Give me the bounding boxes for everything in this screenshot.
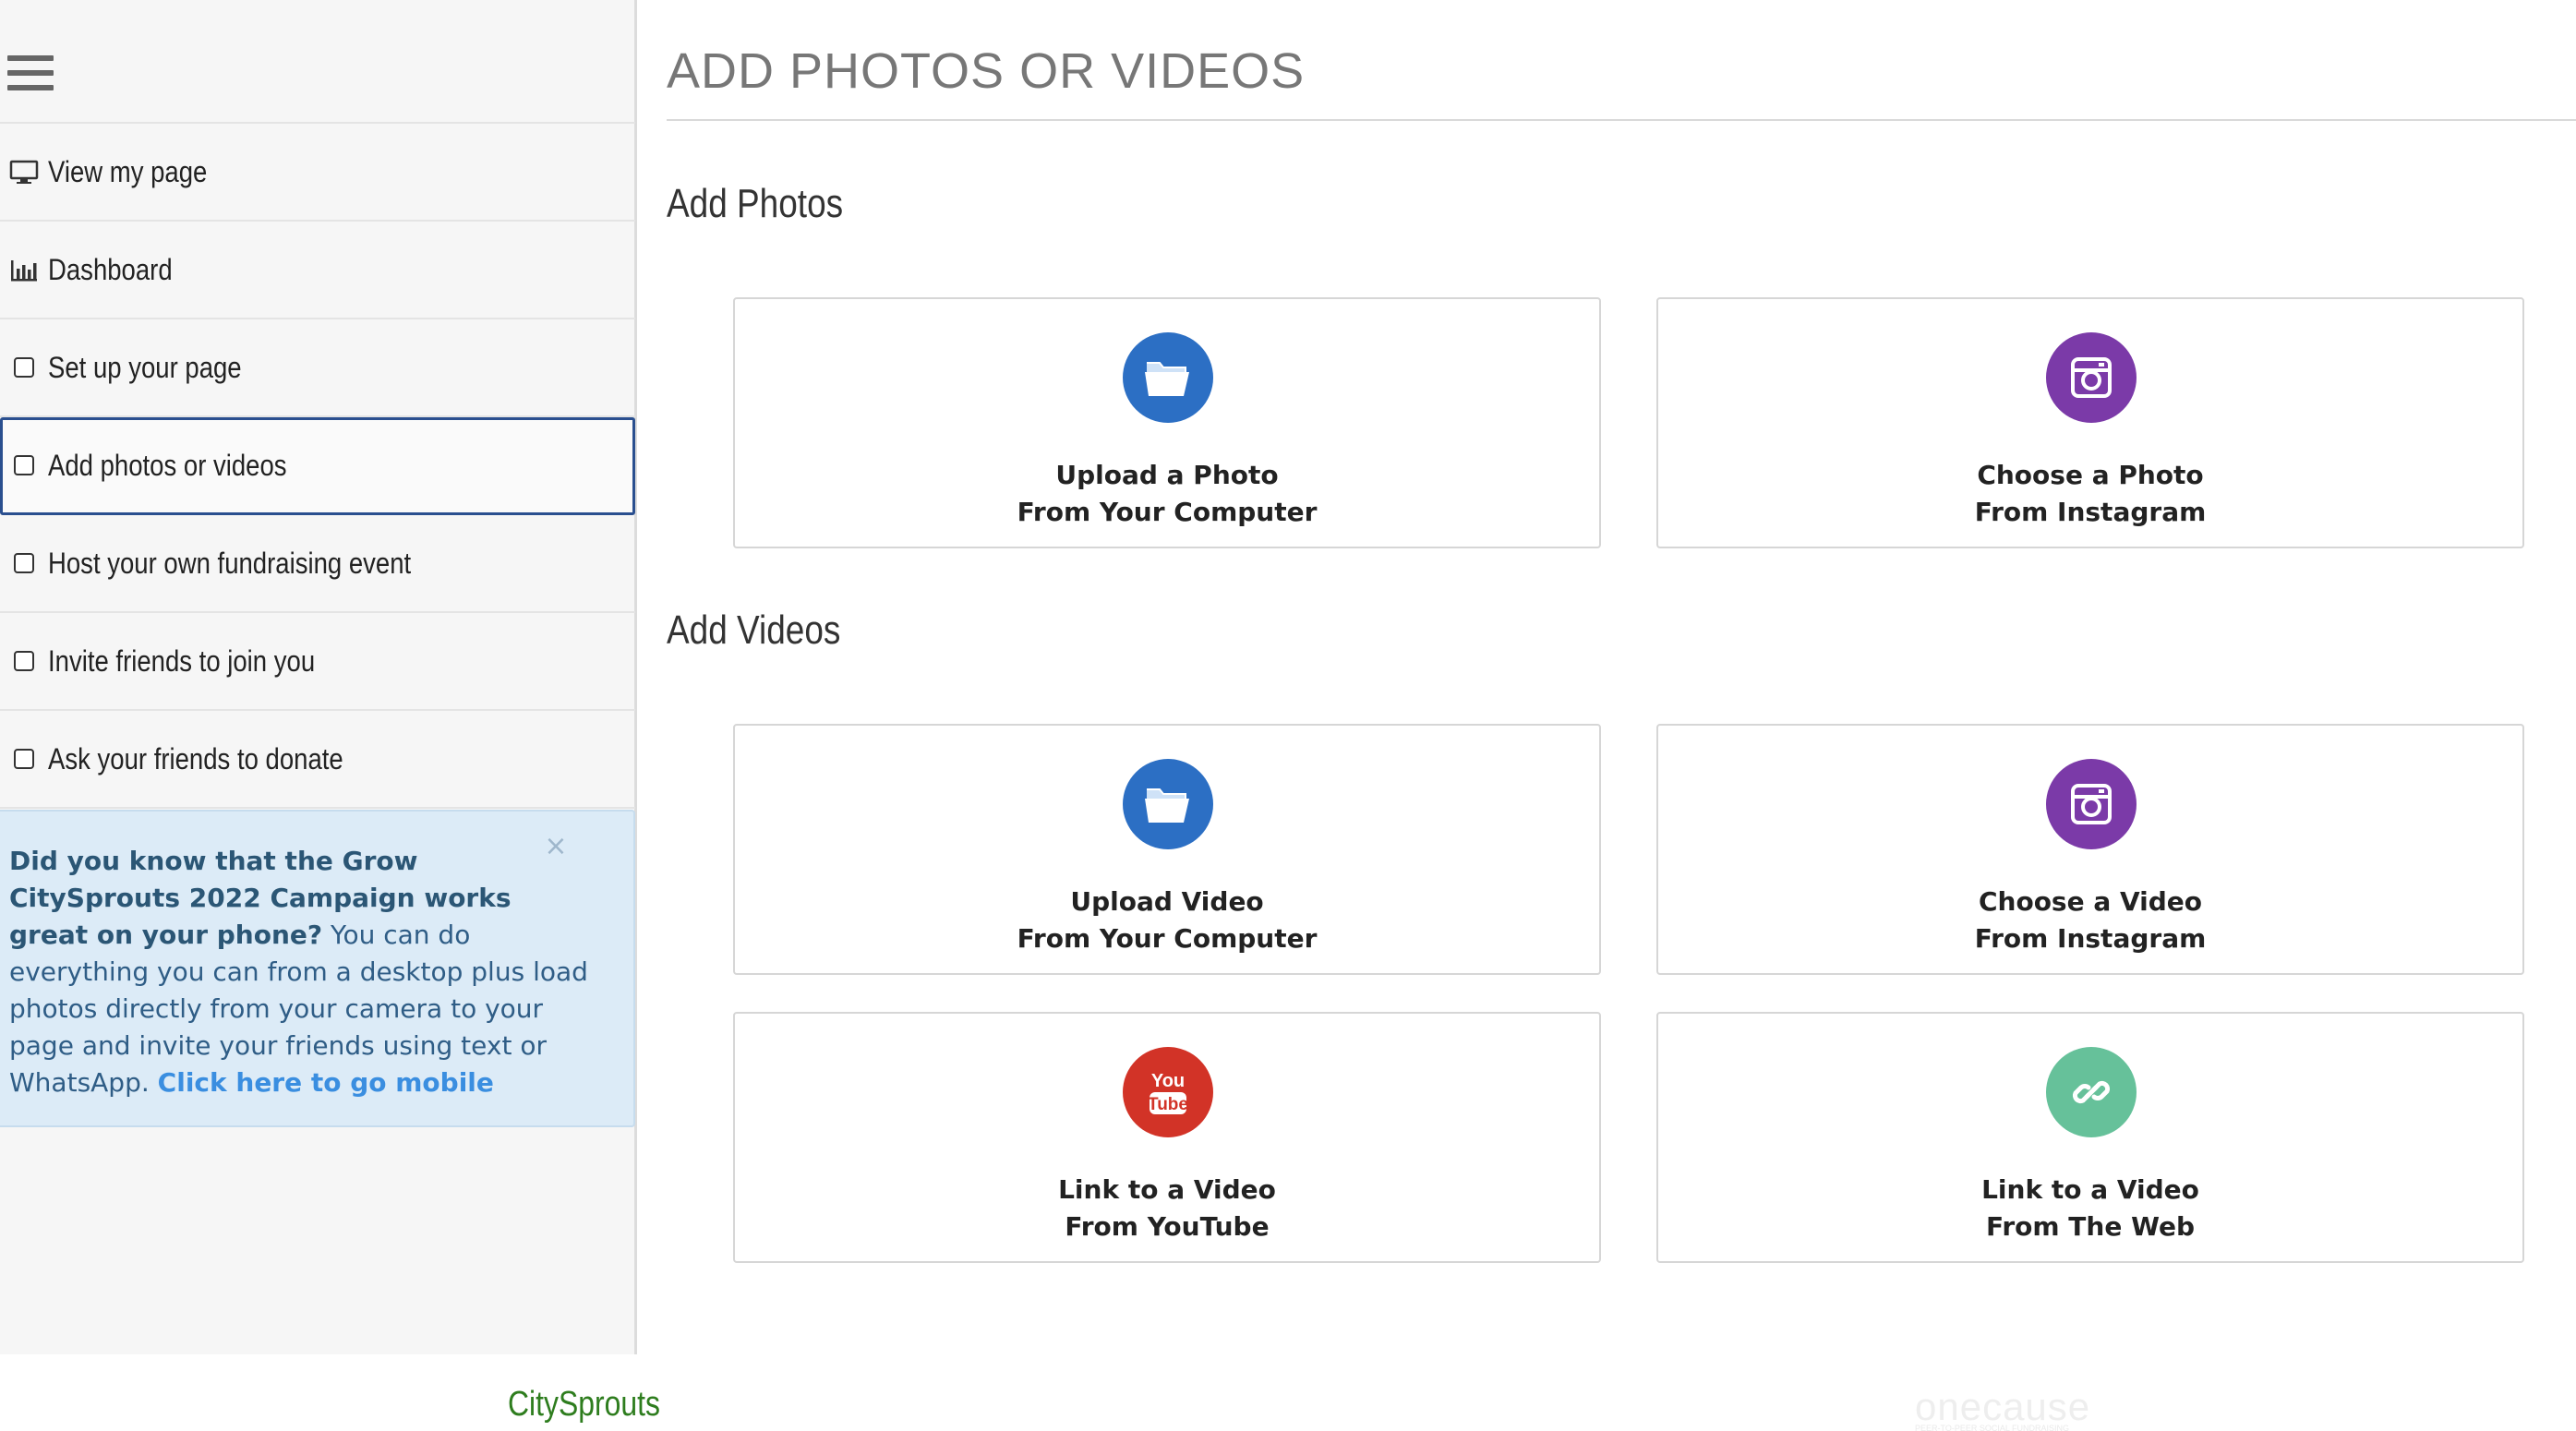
instagram-icon [2046,759,2137,849]
bar-chart-icon [9,255,39,284]
svg-text:You: You [1151,1071,1185,1091]
add-videos-heading: Add Videos [667,607,841,653]
instagram-video-card[interactable]: Choose a Video From Instagram [1656,724,2524,975]
checkbox-icon [9,451,39,480]
onecause-logo[interactable]: onecause PEER-TO-PEER SOCIAL FUNDRAISING [1915,1385,2090,1431]
svg-text:Tube: Tube [1148,1095,1188,1114]
web-link-video-card[interactable]: Link to a Video From The Web [1656,1012,2524,1263]
card-subtitle: From Your Computer [1017,923,1318,954]
card-subtitle: From Instagram [1974,923,2207,954]
checkbox-icon [9,744,39,774]
card-title: Link to a Video [1981,1174,2199,1205]
sidebar-item-label: Add photos or videos [48,448,287,482]
monitor-icon [9,157,39,186]
card-subtitle: From The Web [1986,1211,2195,1242]
divider [667,119,2576,121]
mobile-tip-alert: × Did you know that the Grow CitySprouts… [0,810,635,1127]
card-title: Upload a Photo [1055,460,1279,490]
sidebar: View my page Dashboard Set up your page … [0,0,637,1354]
sidebar-item-label: Set up your page [48,350,242,384]
youtube-video-card[interactable]: You Tube Link to a Video From YouTube [733,1012,1601,1263]
instagram-icon [2046,332,2137,423]
hamburger-menu-icon[interactable] [7,55,54,94]
go-mobile-link[interactable]: Click here to go mobile [158,1067,494,1098]
add-photos-heading: Add Photos [667,181,844,226]
card-title: Upload Video [1070,886,1264,917]
card-subtitle: From Instagram [1974,497,2207,527]
sidebar-item-label: Ask your friends to donate [48,741,343,776]
card-title: Choose a Video [1978,886,2203,917]
card-title: Link to a Video [1058,1174,1276,1205]
youtube-icon: You Tube [1123,1047,1213,1137]
sidebar-nav: View my page Dashboard Set up your page … [0,122,635,809]
card-subtitle: From Your Computer [1017,497,1318,527]
sidebar-item-host-event[interactable]: Host your own fundraising event [0,515,635,613]
sidebar-item-view-my-page[interactable]: View my page [0,124,635,222]
instagram-photo-card[interactable]: Choose a Photo From Instagram [1656,297,2524,548]
folder-icon [1123,332,1213,423]
sidebar-item-invite-friends[interactable]: Invite friends to join you [0,613,635,711]
close-icon[interactable]: × [543,833,569,860]
card-title: Choose a Photo [1977,460,2204,490]
sidebar-item-label: View my page [48,154,208,188]
page-title: ADD PHOTOS OR VIDEOS [667,43,1306,99]
checkbox-icon [9,646,39,676]
folder-icon [1123,759,1213,849]
link-icon [2046,1047,2137,1137]
sidebar-item-add-photos-videos[interactable]: Add photos or videos [0,417,635,515]
sidebar-item-ask-donate[interactable]: Ask your friends to donate [0,711,635,809]
onecause-logo-text: onecause [1915,1385,2091,1428]
sidebar-item-dashboard[interactable]: Dashboard [0,222,635,319]
sidebar-item-set-up-page[interactable]: Set up your page [0,319,635,417]
main-content: ADD PHOTOS OR VIDEOS Add Photos Upload a… [639,0,2576,1354]
card-subtitle: From YouTube [1065,1211,1270,1242]
sidebar-item-label: Host your own fundraising event [48,546,412,580]
footer-brand[interactable]: CitySprouts [508,1385,660,1425]
upload-video-card[interactable]: Upload Video From Your Computer [733,724,1601,975]
checkbox-icon [9,548,39,578]
onecause-logo-tagline: PEER-TO-PEER SOCIAL FUNDRAISING [1915,1424,2070,1431]
checkbox-icon [9,353,39,382]
upload-photo-card[interactable]: Upload a Photo From Your Computer [733,297,1601,548]
sidebar-item-label: Dashboard [48,252,173,286]
sidebar-item-label: Invite friends to join you [48,643,316,678]
